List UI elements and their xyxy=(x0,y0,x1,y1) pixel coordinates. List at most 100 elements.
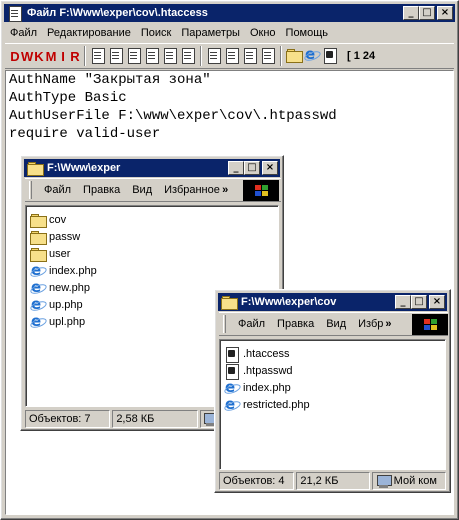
paste-icon[interactable] xyxy=(242,48,258,64)
php-file-icon xyxy=(30,295,46,313)
maximize-button[interactable]: □ xyxy=(419,6,435,20)
menu-file[interactable]: Файл xyxy=(38,184,77,196)
menu-view[interactable]: Вид xyxy=(320,318,352,330)
explorer-window-cov: F:\Www\exper\cov _ □ × Файл Правка Вид И… xyxy=(214,289,451,493)
cut-icon[interactable] xyxy=(206,48,222,64)
minimize-button[interactable]: _ xyxy=(395,295,411,309)
folder-icon xyxy=(30,247,47,262)
config-file-icon xyxy=(224,346,240,363)
save-file-icon[interactable] xyxy=(126,48,142,64)
status-location: Мой ком xyxy=(371,472,446,490)
list-item[interactable]: index.php xyxy=(26,261,278,279)
config-file-icon xyxy=(224,363,240,380)
list-item[interactable]: restricted.php xyxy=(220,395,445,413)
save-all-icon[interactable] xyxy=(144,48,160,64)
menu-view[interactable]: Вид xyxy=(126,184,158,196)
minimize-button[interactable]: _ xyxy=(228,161,244,175)
explorer-titlebar[interactable]: F:\Www\exper\cov _ □ × xyxy=(218,293,447,311)
php-file-icon xyxy=(30,278,46,296)
close-button[interactable]: × xyxy=(437,6,453,20)
new-file-icon[interactable] xyxy=(90,48,106,64)
windows-logo-icon xyxy=(412,314,448,335)
code-line: require valid-user xyxy=(9,126,161,142)
list-item[interactable]: .htpasswd xyxy=(220,362,445,380)
editor-menubar: Файл Редактирование Поиск Параметры Окно… xyxy=(5,24,333,42)
toolbar-m-button[interactable]: M xyxy=(45,49,57,64)
toolbar-w-button[interactable]: W xyxy=(21,49,33,64)
item-name: upl.php xyxy=(49,315,86,328)
toolbar-i-button[interactable]: I xyxy=(57,49,69,64)
undo-icon[interactable] xyxy=(260,48,276,64)
item-name: index.php xyxy=(49,264,97,277)
toolbar-separator xyxy=(200,46,202,66)
folder-icon xyxy=(30,213,47,228)
menubar-grip[interactable] xyxy=(29,181,32,199)
status-bar: Объектов: 4 21,2 КБ Мой ком xyxy=(219,472,446,490)
maximize-button[interactable]: □ xyxy=(411,295,427,309)
explorer-menubar: Файл Правка Вид Избр » xyxy=(219,312,448,336)
menu-file[interactable]: Файл xyxy=(232,318,271,330)
php-file-icon xyxy=(30,312,46,330)
status-size: 2,58 КБ xyxy=(112,410,198,428)
open-file-icon[interactable] xyxy=(108,48,124,64)
copy-icon[interactable] xyxy=(224,48,240,64)
editor-titlebar[interactable]: Файл F:\Www\exper\cov\.htaccess _ □ × xyxy=(4,4,455,22)
print-preview-icon[interactable] xyxy=(180,48,196,64)
run-icon[interactable] xyxy=(304,45,320,64)
close-button[interactable]: × xyxy=(262,161,278,175)
toolbar-k-button[interactable]: K xyxy=(33,49,45,64)
maximize-button[interactable]: □ xyxy=(244,161,260,175)
menu-chevron[interactable]: » xyxy=(220,184,230,196)
folder-icon xyxy=(30,230,47,245)
menu-chevron[interactable]: » xyxy=(383,318,393,330)
folder-icon xyxy=(221,295,238,310)
status-size: 21,2 КБ xyxy=(296,472,370,490)
code-line: AuthName "Закрытая зона" xyxy=(9,72,211,88)
list-item[interactable]: user xyxy=(26,245,278,262)
menu-edit[interactable]: Редактирование xyxy=(42,27,136,39)
menu-edit[interactable]: Правка xyxy=(271,318,320,330)
toolbar-d-button[interactable]: D xyxy=(9,49,21,64)
item-name: .htpasswd xyxy=(243,364,293,377)
list-item[interactable]: passw xyxy=(26,228,278,245)
status-object-count: Объектов: 7 xyxy=(25,410,111,428)
item-name: passw xyxy=(49,230,81,243)
item-name: index.php xyxy=(243,381,291,394)
toolbar-r-button[interactable]: R xyxy=(69,49,81,64)
explorer-menubar: Файл Правка Вид Избранное » xyxy=(25,178,281,202)
folder-icon[interactable] xyxy=(286,48,303,64)
close-button[interactable]: × xyxy=(429,295,445,309)
explorer-title: F:\Www\exper xyxy=(47,162,121,174)
list-item[interactable]: .htaccess xyxy=(220,345,445,363)
cursor-position: [ 1 24 xyxy=(347,50,376,62)
toolbar-separator xyxy=(84,46,86,66)
toolbar-separator xyxy=(280,46,282,66)
status-object-count: Объектов: 4 xyxy=(219,472,295,490)
menu-help[interactable]: Помощь xyxy=(281,27,334,39)
menu-favorites[interactable]: Избранное xyxy=(158,184,220,196)
item-name: up.php xyxy=(49,298,83,311)
menubar-grip[interactable] xyxy=(223,315,226,333)
code-line: AuthType Basic xyxy=(9,90,127,106)
menu-favorites[interactable]: Избр xyxy=(352,318,383,330)
explorer-titlebar[interactable]: F:\Www\exper _ □ × xyxy=(24,159,280,177)
item-name: user xyxy=(49,247,71,260)
menu-search[interactable]: Поиск xyxy=(136,27,176,39)
status-location-label: Мой ком xyxy=(393,475,437,487)
item-name: new.php xyxy=(49,281,90,294)
item-name: cov xyxy=(49,213,67,226)
php-file-icon xyxy=(30,261,46,279)
file-list[interactable]: .htaccess .htpasswd index.php restricted… xyxy=(219,339,446,470)
folder-icon xyxy=(27,161,44,176)
menu-edit[interactable]: Правка xyxy=(77,184,126,196)
explorer-title: F:\Www\exper\cov xyxy=(241,296,337,308)
print-icon[interactable] xyxy=(162,48,178,64)
menu-options[interactable]: Параметры xyxy=(176,27,245,39)
list-item[interactable]: cov xyxy=(26,211,278,228)
close-doc-icon[interactable] xyxy=(322,48,338,64)
menu-file[interactable]: Файл xyxy=(5,27,42,39)
list-item[interactable]: index.php xyxy=(220,378,445,396)
menu-window[interactable]: Окно xyxy=(245,27,281,39)
editor-title: Файл F:\Www\exper\cov\.htaccess xyxy=(27,7,208,19)
minimize-button[interactable]: _ xyxy=(403,6,419,20)
